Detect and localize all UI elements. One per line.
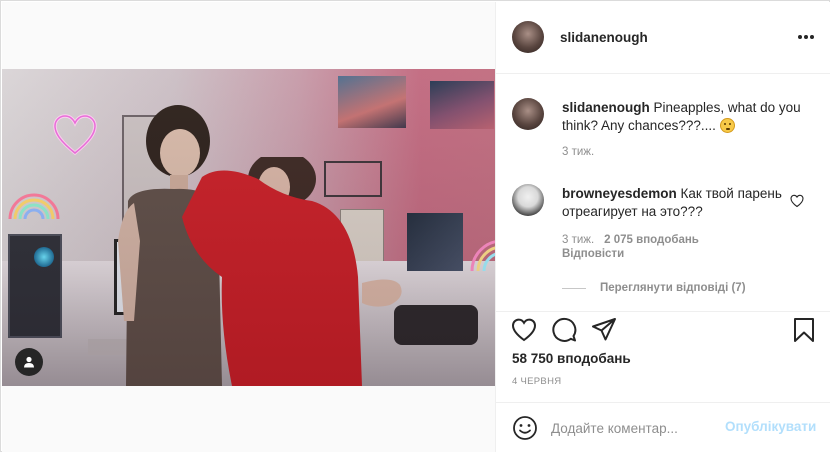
post-header: slidanenough — [496, 2, 830, 74]
comment-body: browneyesdemon Как твой парень отреагиру… — [562, 185, 782, 221]
commenter-avatar[interactable] — [512, 184, 544, 216]
post-likes-count[interactable]: 58 750 вподобань — [512, 351, 631, 366]
heart-icon[interactable] — [511, 317, 537, 343]
author-avatar[interactable] — [512, 98, 544, 130]
comment-meta: 3 тиж. 2 075 вподобань — [562, 234, 699, 246]
comment-icon[interactable] — [551, 317, 577, 343]
view-replies-label: Переглянути відповіді (7) — [600, 282, 746, 294]
replies-divider — [562, 287, 586, 289]
post-date[interactable]: 4 ЧЕРВНЯ — [512, 376, 561, 387]
caption-timestamp[interactable]: 3 тиж. — [562, 146, 594, 158]
tagged-people-button[interactable] — [15, 348, 43, 376]
publish-button[interactable]: Опублікувати — [725, 419, 816, 434]
post-caption: slidanenough Pineapples, what do you thi… — [562, 99, 812, 135]
post-sidebar: slidanenough slidanenough Pineapples, wh… — [495, 2, 830, 452]
flushed-face-emoji-icon — [719, 118, 735, 133]
comment-like-icon[interactable] — [790, 194, 804, 208]
author-avatar[interactable] — [512, 21, 544, 53]
paper-plane-icon[interactable] — [591, 317, 617, 343]
more-options-icon[interactable] — [798, 30, 816, 44]
smiley-icon[interactable] — [512, 415, 538, 441]
comment-timestamp[interactable]: 3 тиж. — [562, 234, 594, 246]
comment-likes[interactable]: 2 075 вподобань — [604, 234, 699, 246]
view-replies-button[interactable]: Переглянути відповіді (7) — [562, 282, 746, 294]
bookmark-icon[interactable] — [791, 317, 817, 343]
post-actions: 58 750 вподобань 4 ЧЕРВНЯ — [496, 311, 830, 401]
post-photo[interactable] — [2, 69, 495, 386]
add-comment-bar: Опублікувати — [496, 402, 830, 452]
post-frame: slidanenough slidanenough Pineapples, wh… — [0, 0, 830, 452]
reply-button[interactable]: Відповісти — [562, 248, 624, 260]
post-media — [2, 2, 495, 452]
author-username[interactable]: slidanenough — [560, 30, 648, 45]
comments-section: slidanenough Pineapples, what do you thi… — [496, 75, 830, 311]
person-tag-icon — [24, 356, 34, 368]
commenter-username[interactable]: browneyesdemon — [562, 186, 677, 201]
photo-overlay — [2, 69, 495, 386]
comment-input[interactable] — [551, 418, 731, 438]
caption-username[interactable]: slidanenough — [562, 100, 650, 115]
